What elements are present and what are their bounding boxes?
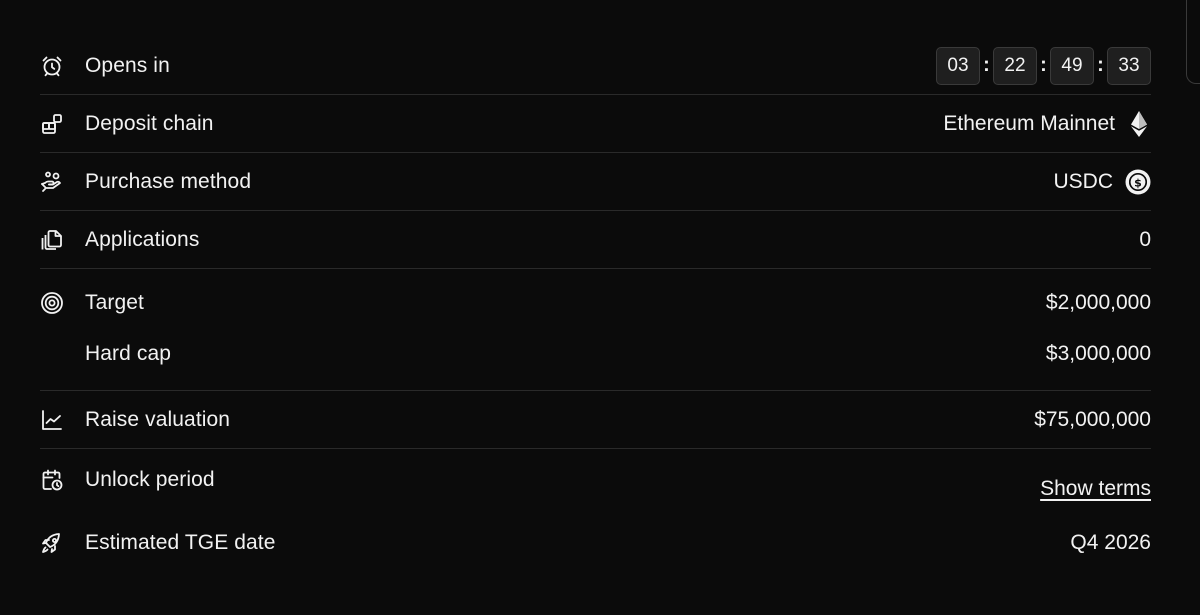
target-group: Target $2,000,000 Hard cap $3,000,000: [40, 269, 1151, 391]
usdc-icon: $: [1125, 169, 1151, 195]
hard-cap-label: Hard cap: [85, 341, 172, 365]
countdown-days: 03: [936, 46, 980, 85]
purchase-method-value: USDC: [1053, 169, 1113, 193]
alarm-clock-icon: [40, 54, 64, 78]
applications-value: 0: [1139, 227, 1151, 251]
opens-in-label: Opens in: [85, 53, 170, 77]
ethereum-icon: [1127, 110, 1151, 138]
raise-valuation-row: Raise valuation $75,000,000: [40, 391, 1151, 449]
calendar-clock-icon: [40, 468, 64, 492]
raise-valuation-label: Raise valuation: [85, 407, 231, 431]
show-terms-link[interactable]: Show terms: [1040, 477, 1151, 501]
countdown-minutes: 49: [1050, 46, 1094, 85]
line-chart-icon: [40, 408, 64, 432]
raise-valuation-value: $75,000,000: [1034, 407, 1151, 431]
tge-date-value: Q4 2026: [1070, 531, 1151, 554]
hard-cap-row: Hard cap $3,000,000: [40, 328, 1151, 379]
unlock-period-row: Unlock period Show terms: [40, 449, 1151, 521]
countdown-seconds: 33: [1107, 46, 1151, 85]
scrollbar-edge: [1186, 0, 1200, 84]
tge-date-label: Estimated TGE date: [85, 531, 276, 554]
target-label: Target: [85, 290, 144, 314]
countdown-timer: 03 : 22 : 49 : 33: [936, 46, 1151, 85]
countdown-hours: 22: [993, 46, 1037, 85]
documents-icon: [40, 228, 64, 252]
blocks-icon: [40, 112, 64, 136]
svg-text:$: $: [1134, 176, 1142, 189]
deposit-chain-label: Deposit chain: [85, 111, 214, 135]
purchase-method-row: Purchase method USDC $: [40, 153, 1151, 211]
unlock-period-label: Unlock period: [85, 468, 215, 491]
opens-in-row: Opens in 03 : 22 : 49 : 33: [40, 37, 1151, 95]
countdown-separator: :: [1040, 54, 1047, 76]
tge-date-row: Estimated TGE date Q4 2026: [40, 521, 1151, 565]
rocket-icon: [40, 531, 64, 555]
target-row: Target $2,000,000: [40, 277, 1151, 328]
countdown-separator: :: [983, 54, 990, 76]
hard-cap-value: $3,000,000: [1045, 341, 1151, 365]
deposit-chain-row: Deposit chain Ethereum Mainnet: [40, 95, 1151, 153]
target-value: $2,000,000: [1045, 290, 1151, 314]
purchase-method-label: Purchase method: [85, 169, 252, 193]
target-icon: [40, 291, 64, 315]
applications-label: Applications: [85, 227, 200, 251]
sale-details-panel: Opens in 03 : 22 : 49 : 33 Deposit chain…: [40, 37, 1151, 565]
deposit-chain-value: Ethereum Mainnet: [943, 111, 1115, 135]
hand-coins-icon: [40, 170, 64, 194]
applications-row: Applications 0: [40, 211, 1151, 269]
countdown-separator: :: [1097, 54, 1104, 76]
